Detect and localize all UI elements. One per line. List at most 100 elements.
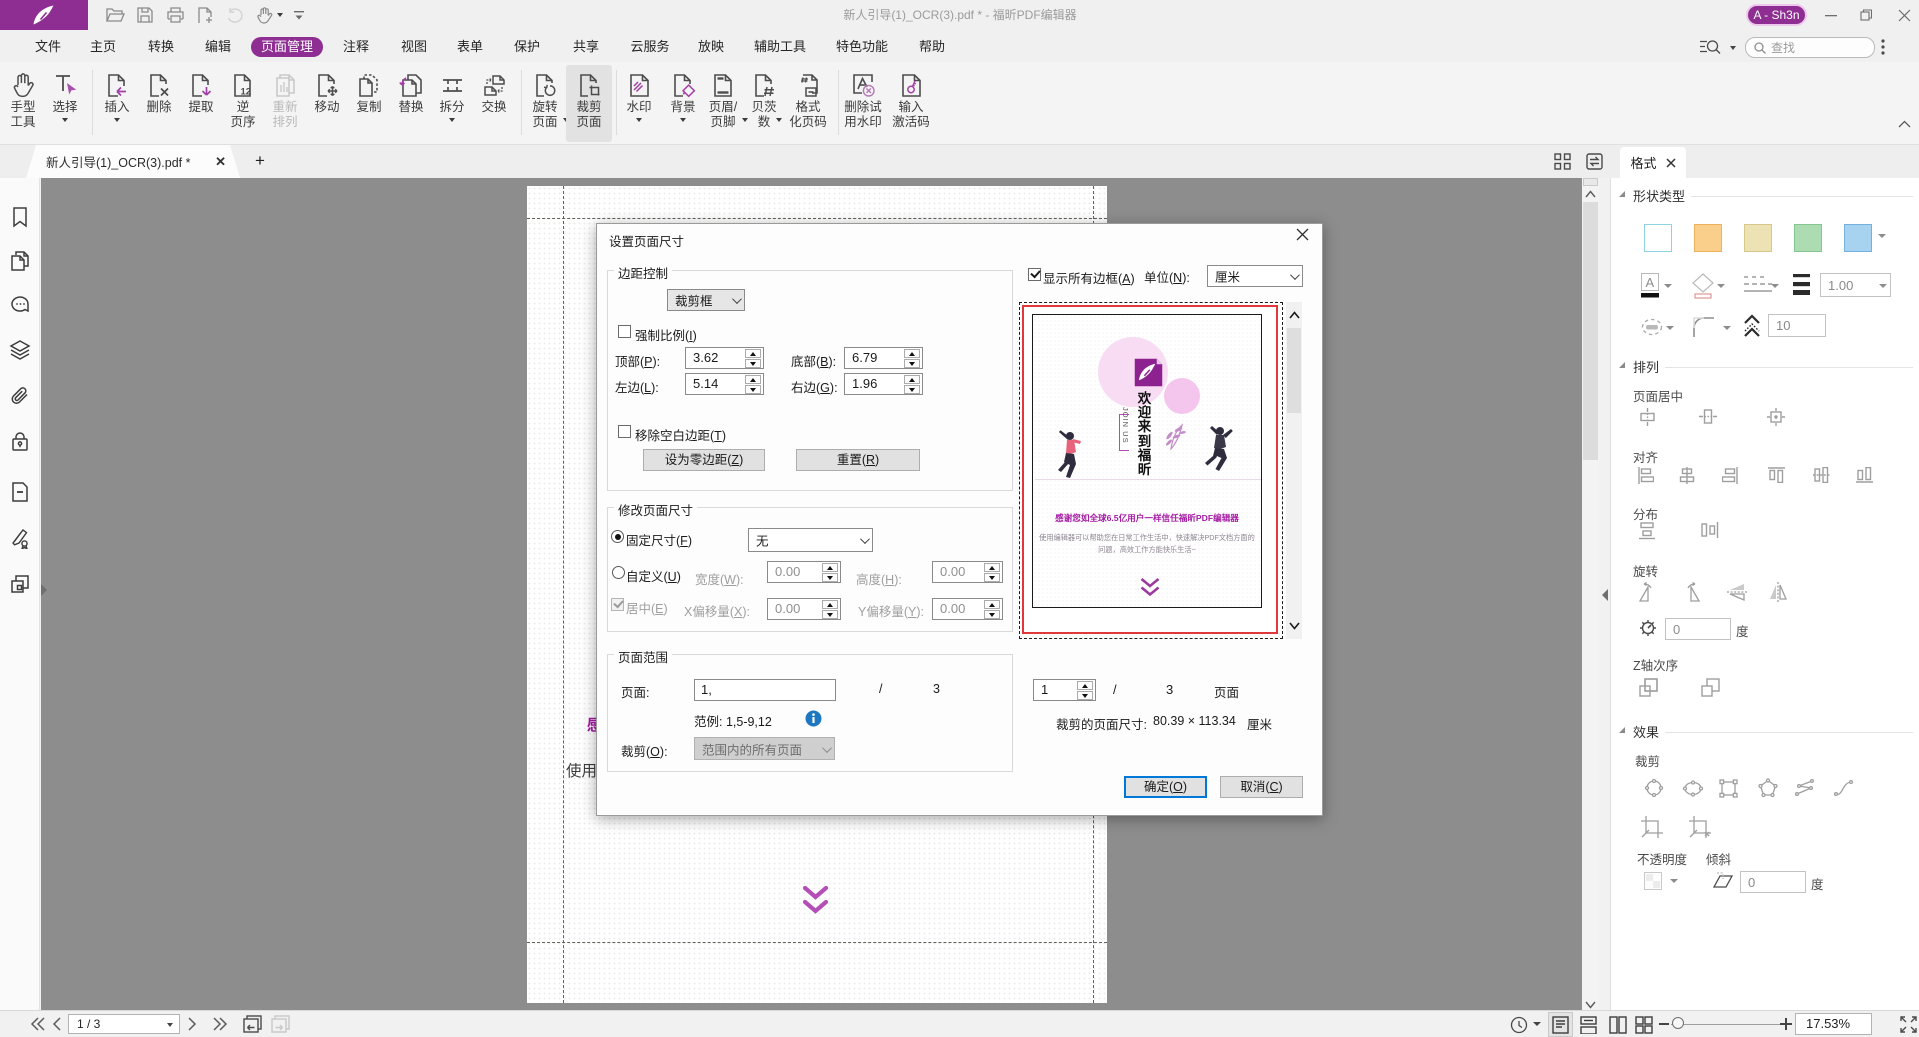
- send-backward-icon[interactable]: [1701, 678, 1720, 697]
- customize-quick-access-icon[interactable]: [288, 4, 310, 26]
- center-horizontal-icon[interactable]: [1699, 408, 1717, 425]
- top-margin-spinner[interactable]: 3.62: [685, 347, 764, 369]
- search-input[interactable]: 查找: [1745, 37, 1875, 58]
- bottom-margin-spinner[interactable]: 6.79: [844, 347, 923, 369]
- grid-view-button[interactable]: [1631, 1012, 1656, 1037]
- pages-panel-icon[interactable]: [9, 250, 31, 272]
- ribbon-swap-pages[interactable]: 交换: [471, 65, 517, 142]
- center-checkbox[interactable]: [611, 598, 624, 611]
- switch-document-icon[interactable]: [1586, 153, 1603, 170]
- crop-remove-icon[interactable]: [1689, 816, 1711, 838]
- menu-protect[interactable]: 保护: [504, 37, 550, 57]
- center-vertical-icon[interactable]: [1639, 408, 1656, 426]
- scrollbar-split-box[interactable]: [1583, 178, 1598, 186]
- new-tab-button[interactable]: +: [250, 151, 270, 171]
- zoom-in-icon[interactable]: [1780, 1018, 1792, 1030]
- crop-what-select[interactable]: 范围内的所有页面: [694, 737, 835, 760]
- ribbon-watermark[interactable]: 水印: [616, 65, 662, 142]
- dash-style-icon[interactable]: [1744, 275, 1772, 297]
- crop-curve-icon[interactable]: [1834, 778, 1854, 798]
- line-width-input[interactable]: 1.00: [1820, 273, 1891, 297]
- spin-up[interactable]: [984, 600, 1000, 609]
- zoom-out-icon[interactable]: [1659, 1023, 1669, 1025]
- menu-comment[interactable]: 注释: [333, 37, 379, 57]
- document-scrollbar[interactable]: [1582, 178, 1599, 1010]
- line-width-icon[interactable]: [1793, 274, 1810, 295]
- flip-vertical-icon[interactable]: [1727, 583, 1747, 601]
- dialog-close-icon[interactable]: [1296, 228, 1314, 246]
- ribbon-hand-tool[interactable]: 手型 工具: [0, 65, 46, 142]
- distribute-horizontal-icon[interactable]: [1701, 522, 1719, 538]
- first-page-icon[interactable]: [30, 1017, 46, 1031]
- facing-view-button[interactable]: [1605, 1012, 1630, 1037]
- hand-tool-icon[interactable]: [250, 4, 288, 26]
- swatch-green[interactable]: [1794, 224, 1822, 252]
- shape-type-section-header[interactable]: 形状类型: [1633, 186, 1685, 205]
- zero-margin-button[interactable]: 设为零边距(Z): [643, 449, 765, 471]
- previous-view-icon[interactable]: [243, 1015, 262, 1033]
- fullscreen-icon[interactable]: [1900, 1016, 1917, 1033]
- articles-panel-icon[interactable]: [9, 573, 31, 595]
- destinations-panel-icon[interactable]: [9, 481, 31, 503]
- width-spinner[interactable]: 0.00: [767, 561, 841, 583]
- zoom-slider-knob[interactable]: [1672, 1017, 1684, 1029]
- minimize-button[interactable]: [1814, 0, 1848, 30]
- spin-down[interactable]: [984, 610, 1000, 619]
- menu-accessibility[interactable]: 辅助工具: [744, 37, 816, 57]
- align-left-icon[interactable]: [1638, 467, 1654, 484]
- spin-up[interactable]: [1077, 681, 1093, 690]
- preview-scroll-up-icon[interactable]: [1289, 310, 1300, 321]
- spin-up[interactable]: [984, 563, 1000, 572]
- menu-file[interactable]: 文件: [25, 37, 71, 57]
- spin-down[interactable]: [822, 610, 838, 619]
- left-margin-spinner[interactable]: 5.14: [685, 373, 764, 395]
- align-right-icon[interactable]: [1722, 467, 1738, 484]
- menu-share[interactable]: 共享: [563, 37, 609, 57]
- distribute-vertical-icon[interactable]: [1639, 522, 1655, 540]
- spin-down[interactable]: [822, 573, 838, 582]
- rotate-angle-icon[interactable]: [1639, 619, 1657, 637]
- attachments-panel-icon[interactable]: [9, 385, 31, 407]
- ribbon-header-footer[interactable]: 页眉/ 页脚: [700, 65, 746, 142]
- menu-view[interactable]: 视图: [391, 37, 437, 57]
- close-button[interactable]: [1887, 0, 1919, 30]
- swatch-blue[interactable]: [1844, 224, 1872, 252]
- custom-size-radio[interactable]: [612, 566, 625, 579]
- ribbon-remove-trial-watermark[interactable]: 删除试 用水印: [840, 65, 886, 142]
- crop-polyline-icon[interactable]: [1795, 778, 1815, 798]
- menu-form[interactable]: 表单: [447, 37, 493, 57]
- user-badge[interactable]: A - Sh3n: [1746, 4, 1807, 26]
- thumbnail-view-icon[interactable]: [1554, 153, 1571, 170]
- swatch-khaki[interactable]: [1744, 224, 1772, 252]
- info-icon[interactable]: [805, 710, 822, 727]
- collapse-ribbon-icon[interactable]: [1898, 120, 1911, 128]
- print-icon[interactable]: [160, 4, 190, 26]
- spin-down[interactable]: [745, 359, 761, 368]
- opacity-swatch-icon[interactable]: [1644, 872, 1662, 890]
- unit-select[interactable]: 厘米: [1207, 265, 1303, 287]
- comments-panel-icon[interactable]: [9, 294, 31, 316]
- scrollbar-thumb[interactable]: [1583, 202, 1598, 460]
- spin-up[interactable]: [745, 375, 761, 384]
- align-top-icon[interactable]: [1768, 467, 1785, 483]
- security-panel-icon[interactable]: [9, 430, 31, 452]
- zoom-slider-track[interactable]: [1671, 1024, 1783, 1026]
- spin-up[interactable]: [904, 375, 920, 384]
- font-color-icon[interactable]: A: [1641, 273, 1659, 298]
- ribbon-delete-pages[interactable]: 删除: [136, 65, 182, 142]
- box-type-select[interactable]: 裁剪框: [667, 289, 745, 311]
- reset-button[interactable]: 重置(R): [796, 449, 920, 471]
- menu-cloud[interactable]: 云服务: [620, 37, 679, 57]
- line-ends-icon[interactable]: [1641, 316, 1663, 338]
- more-swatches-arrow[interactable]: [1878, 234, 1886, 238]
- digital-signatures-panel-icon[interactable]: [9, 527, 31, 549]
- menu-present[interactable]: 放映: [688, 37, 734, 57]
- preview-scroll-down-icon[interactable]: [1289, 620, 1300, 631]
- align-bottom-icon[interactable]: [1856, 467, 1873, 483]
- menu-help[interactable]: 帮助: [909, 37, 955, 57]
- spin-up[interactable]: [745, 349, 761, 358]
- crop-rectangle-icon[interactable]: [1719, 779, 1738, 798]
- spin-up[interactable]: [822, 600, 838, 609]
- ribbon-reverse-page-order[interactable]: 12 逆 页序: [220, 65, 266, 142]
- next-page-icon[interactable]: [188, 1017, 197, 1031]
